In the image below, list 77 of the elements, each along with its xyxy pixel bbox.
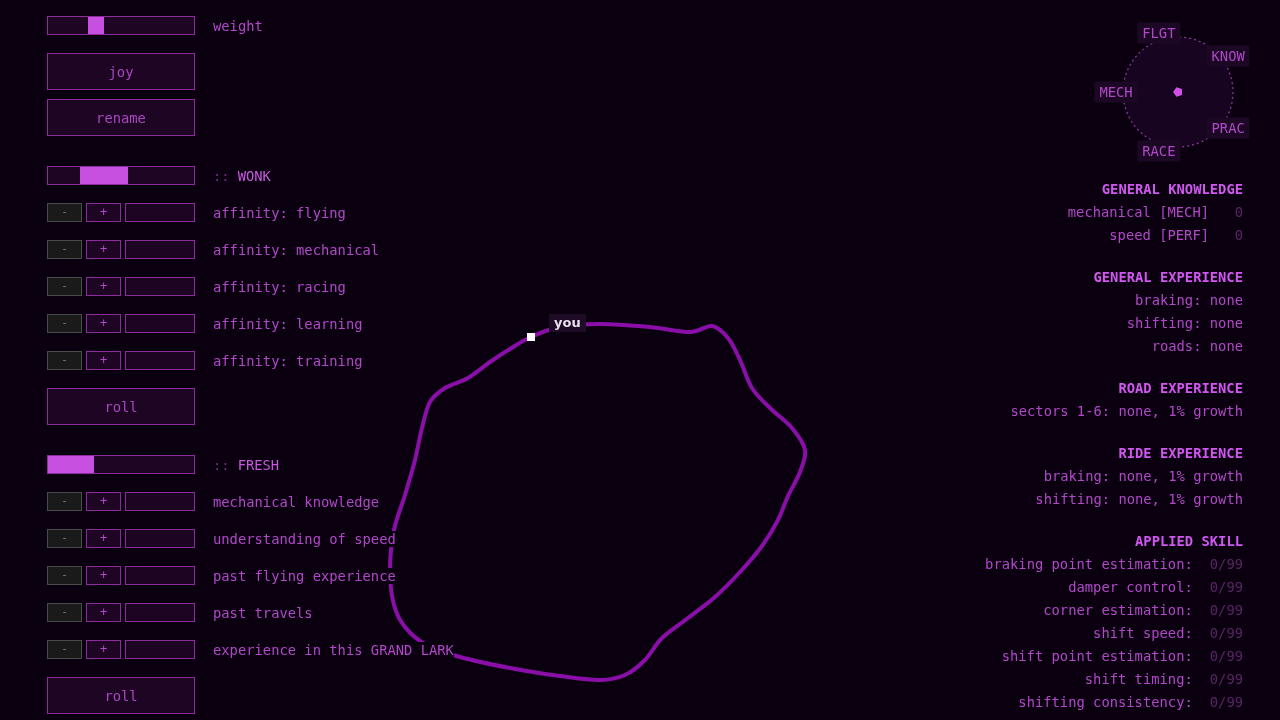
- increase-button[interactable]: +: [86, 640, 121, 659]
- stat-label: roads: none: [1151, 337, 1243, 356]
- value-field: [125, 566, 195, 585]
- stat-label: shift speed:: [1093, 624, 1193, 643]
- stat-label: sectors 1-6: none, 1% growth: [1010, 402, 1243, 421]
- stat-label: braking: none: [1135, 291, 1243, 310]
- stat-value: 0: [1233, 226, 1243, 245]
- stat-value: 0/99: [1209, 693, 1243, 712]
- action-button[interactable]: rename: [47, 99, 195, 136]
- stat-value: 0/99: [1209, 670, 1243, 689]
- value-field: [125, 603, 195, 622]
- option-label: affinity: racing: [213, 278, 346, 295]
- axis-label: RACE: [1137, 140, 1181, 162]
- option-label: past travels: [213, 604, 313, 621]
- value-field: [125, 240, 195, 259]
- stat-label: shift timing:: [1084, 670, 1193, 689]
- range-track[interactable]: [47, 166, 195, 185]
- stat-label: speed [PERF]: [1109, 226, 1209, 245]
- value-field: [125, 640, 195, 659]
- value-field: [125, 314, 195, 333]
- action-button[interactable]: roll: [47, 677, 195, 714]
- increase-button[interactable]: +: [86, 603, 121, 622]
- option-label: experience in this GRAND LARK: [213, 641, 454, 658]
- player-label: you: [549, 314, 586, 332]
- stat-label: shifting: none: [1126, 314, 1243, 333]
- stat-label: corner estimation:: [1043, 601, 1193, 620]
- increase-button[interactable]: +: [86, 203, 121, 222]
- slider-thumb[interactable]: [88, 17, 104, 34]
- stat-value: 0/99: [1209, 647, 1243, 666]
- increase-button[interactable]: +: [86, 314, 121, 333]
- prefix-text: ::: [213, 456, 230, 473]
- axis-label: KNOW: [1206, 45, 1250, 67]
- stat-label: braking point estimation:: [985, 555, 1193, 574]
- section-heading: GENERAL EXPERIENCE: [1093, 268, 1243, 287]
- prefix-text: ::: [213, 167, 230, 184]
- option-label: past flying experience: [213, 567, 396, 584]
- axis-label: PRAC: [1206, 117, 1250, 139]
- section-heading: RIDE EXPERIENCE: [1118, 444, 1243, 463]
- stat-value: 0: [1233, 203, 1243, 222]
- increase-button[interactable]: +: [86, 529, 121, 548]
- value-field: [125, 529, 195, 548]
- option-label: affinity: mechanical: [213, 241, 380, 258]
- increase-button[interactable]: +: [86, 492, 121, 511]
- stat-label: shift point estimation:: [1001, 647, 1193, 666]
- action-button[interactable]: roll: [47, 388, 195, 425]
- axis-label: MECH: [1094, 81, 1138, 103]
- value-field: [125, 351, 195, 370]
- stat-label: shifting: none, 1% growth: [1035, 490, 1243, 509]
- section-heading: APPLIED SKILL: [1135, 532, 1243, 551]
- slider-label: weight: [213, 17, 263, 34]
- stat-label: damper control:: [1068, 578, 1193, 597]
- stat-value: 0/99: [1209, 555, 1243, 574]
- value-field: [125, 203, 195, 222]
- action-button[interactable]: joy: [47, 53, 195, 90]
- increase-button[interactable]: +: [86, 566, 121, 585]
- range-thumb[interactable]: [80, 167, 128, 184]
- stat-label: braking: none, 1% growth: [1043, 467, 1243, 486]
- option-label: affinity: flying: [213, 204, 346, 221]
- option-label: mechanical knowledge: [213, 493, 380, 510]
- stat-label: mechanical [MECH]: [1067, 203, 1209, 222]
- section-heading: GENERAL KNOWLEDGE: [1101, 180, 1243, 199]
- option-label: affinity: training: [213, 352, 363, 369]
- option-label: affinity: learning: [213, 315, 363, 332]
- stat-label: shifting consistency:: [1018, 693, 1193, 712]
- option-label: understanding of speed: [213, 530, 396, 547]
- stat-value: 0/99: [1209, 578, 1243, 597]
- slider-track[interactable]: [47, 16, 195, 35]
- value-field: [125, 492, 195, 511]
- increase-button[interactable]: +: [86, 240, 121, 259]
- stat-value: 0/99: [1209, 624, 1243, 643]
- position-marker-icon: [527, 333, 535, 341]
- axis-label: FLGT: [1137, 22, 1181, 44]
- section-heading: ROAD EXPERIENCE: [1118, 379, 1243, 398]
- value-field: [125, 277, 195, 296]
- increase-button[interactable]: +: [86, 277, 121, 296]
- increase-button[interactable]: +: [86, 351, 121, 370]
- stat-value: 0/99: [1209, 601, 1243, 620]
